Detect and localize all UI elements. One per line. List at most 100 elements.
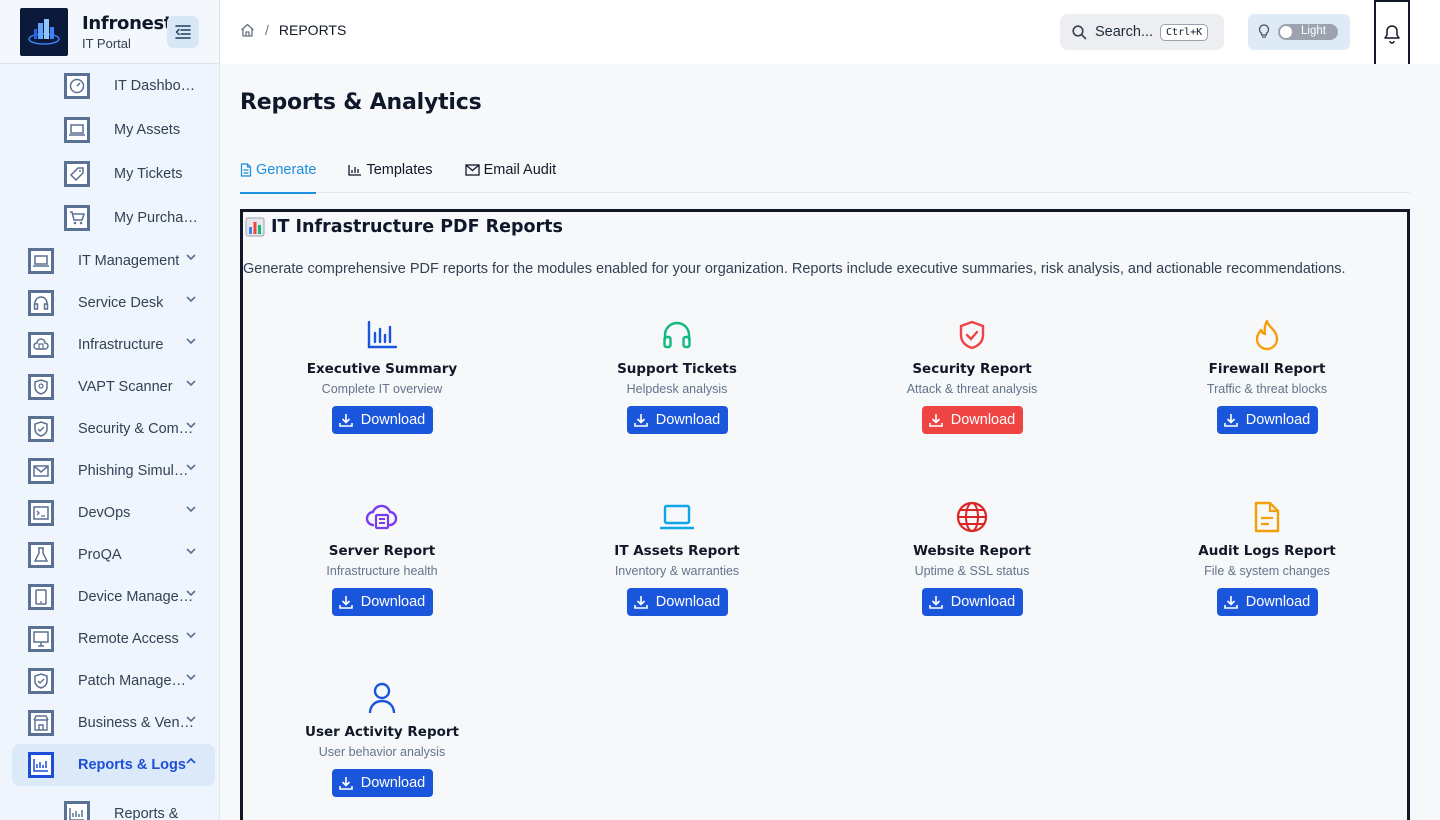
sidebar-item-label: Security & Compliance <box>78 421 196 437</box>
download-button[interactable]: Download <box>921 406 1023 434</box>
collapse-sidebar-button[interactable] <box>167 16 199 48</box>
panel-description: Generate comprehensive PDF reports for t… <box>243 261 1346 277</box>
cart-icon <box>64 205 90 231</box>
sidebar-item-proqa[interactable]: ProQA <box>0 534 219 576</box>
logo-mark-icon <box>28 18 60 45</box>
download-button[interactable]: Download <box>331 406 433 434</box>
download-icon <box>338 596 353 609</box>
download-button[interactable]: Download <box>626 406 728 434</box>
sidebar-item-service-desk[interactable]: Service Desk <box>0 282 219 324</box>
report-card-support-tickets: Support Tickets Helpdesk analysis Downlo… <box>547 318 807 434</box>
download-icon <box>633 596 648 609</box>
report-card-website-report: Website Report Uptime & SSL status Downl… <box>842 500 1102 616</box>
download-icon <box>1223 414 1238 427</box>
sidebar-item-my-assets[interactable]: My Assets <box>0 108 219 152</box>
theme-toggle[interactable]: Light <box>1278 24 1338 40</box>
sidebar-item-vapt-scanner[interactable]: VAPT Scanner <box>0 366 219 408</box>
download-icon <box>928 596 943 609</box>
sidebar-item-remote-access[interactable]: Remote Access <box>0 618 219 660</box>
download-label: Download <box>655 594 721 610</box>
sidebar-item-device-management[interactable]: Device Management <box>0 576 219 618</box>
sidebar-item-business-vendors[interactable]: Business & Vendors <box>0 702 219 744</box>
download-label: Download <box>950 412 1016 428</box>
sidebar-item-label: DevOps <box>78 505 131 521</box>
home-icon[interactable] <box>240 23 255 37</box>
sidebar-item-security-compliance[interactable]: Security & Compliance <box>0 408 219 450</box>
topbar: / REPORTS Search... Ctrl+K Light <box>220 0 1440 67</box>
report-name: Website Report <box>913 543 1031 559</box>
report-name: IT Assets Report <box>614 543 740 559</box>
download-label: Download <box>950 594 1016 610</box>
search-icon <box>1072 24 1087 39</box>
main-content: Reports & Analytics Generate Templates E… <box>220 64 1440 820</box>
download-button[interactable]: Download <box>1216 588 1318 616</box>
sidebar-item-my-tickets[interactable]: My Tickets <box>0 152 219 196</box>
report-card-audit-logs-report: Audit Logs Report File & system changes … <box>1137 500 1397 616</box>
chevron-down-icon <box>186 590 196 596</box>
mail-icon <box>28 458 54 484</box>
chevron-down-icon <box>186 548 196 554</box>
chevron-down-icon <box>186 716 196 722</box>
notifications-button[interactable] <box>1374 0 1410 67</box>
sidebar-item-it-dashboard[interactable]: IT Dashboard <box>0 64 219 108</box>
report-name: User Activity Report <box>304 724 460 740</box>
report-name: Audit Logs Report <box>1198 543 1336 559</box>
tab-generate[interactable]: Generate <box>240 150 317 194</box>
report-card-user-activity-report: User Activity Report User behavior analy… <box>252 681 512 797</box>
sidebar-item-patch-management[interactable]: Patch Management <box>0 660 219 702</box>
report-description: Helpdesk analysis <box>626 382 728 396</box>
download-button[interactable]: Download <box>331 588 433 616</box>
search-label: Search... <box>1095 24 1154 40</box>
download-label: Download <box>360 412 426 428</box>
headset-icon <box>547 318 807 352</box>
shield-check-icon <box>28 416 54 442</box>
chart-emoji-icon <box>245 217 265 237</box>
search-button[interactable]: Search... Ctrl+K <box>1060 14 1224 50</box>
toggle-knob <box>1280 26 1292 38</box>
sidebar-item-label: Phishing Simulation <box>78 463 196 479</box>
theme-switcher: Light <box>1248 14 1350 50</box>
sidebar-item-label: My Purchases <box>114 210 198 226</box>
breadcrumb-separator: / <box>265 22 269 38</box>
sidebar-item-label: Service Desk <box>78 295 164 311</box>
sidebar-item-reports-logs[interactable]: Reports & Logs <box>12 744 215 786</box>
sidebar-item-label: Reports & <box>114 806 179 820</box>
flask-icon <box>28 542 54 568</box>
sidebar-item-reports-analytics[interactable]: Reports & <box>0 792 219 820</box>
sidebar-item-my-purchases[interactable]: My Purchases <box>0 196 219 240</box>
tab-label: Email Audit <box>483 161 557 178</box>
file-icon <box>1137 500 1397 534</box>
page-title: Reports & Analytics <box>240 90 482 115</box>
sidebar-item-label: Infrastructure <box>78 337 164 353</box>
lightbulb-icon <box>1258 24 1270 38</box>
sidebar-item-phishing-simulation[interactable]: Phishing Simulation <box>0 450 219 492</box>
sidebar-item-label: Reports & Logs <box>78 757 186 773</box>
download-icon <box>338 414 353 427</box>
report-description: Infrastructure health <box>326 564 438 578</box>
sidebar-item-label: Remote Access <box>78 631 179 647</box>
report-card-server-report: Server Report Infrastructure health Down… <box>252 500 512 616</box>
sidebar-item-infrastructure[interactable]: Infrastructure <box>0 324 219 366</box>
laptop-icon <box>28 248 54 274</box>
download-label: Download <box>655 412 721 428</box>
download-label: Download <box>1245 594 1311 610</box>
download-button[interactable]: Download <box>1216 406 1318 434</box>
theme-toggle-label: Light <box>1301 25 1326 37</box>
shield-search-icon <box>28 374 54 400</box>
sidebar-item-devops[interactable]: DevOps <box>0 492 219 534</box>
tab-templates[interactable]: Templates <box>348 150 433 193</box>
download-button[interactable]: Download <box>331 769 433 797</box>
gauge-icon <box>64 73 90 99</box>
chevron-down-icon <box>186 674 196 680</box>
report-description: Attack & threat analysis <box>906 382 1038 396</box>
shield-check-icon <box>28 668 54 694</box>
tab-email-audit[interactable]: Email Audit <box>464 150 557 193</box>
sidebar-item-it-management[interactable]: IT Management <box>0 240 219 282</box>
chevron-down-icon <box>186 422 196 428</box>
tag-icon <box>64 161 90 187</box>
globe-icon <box>842 500 1102 534</box>
report-card-executive-summary: Executive Summary Complete IT overview D… <box>252 318 512 434</box>
download-icon <box>1223 596 1238 609</box>
download-button[interactable]: Download <box>626 588 728 616</box>
download-button[interactable]: Download <box>921 588 1023 616</box>
